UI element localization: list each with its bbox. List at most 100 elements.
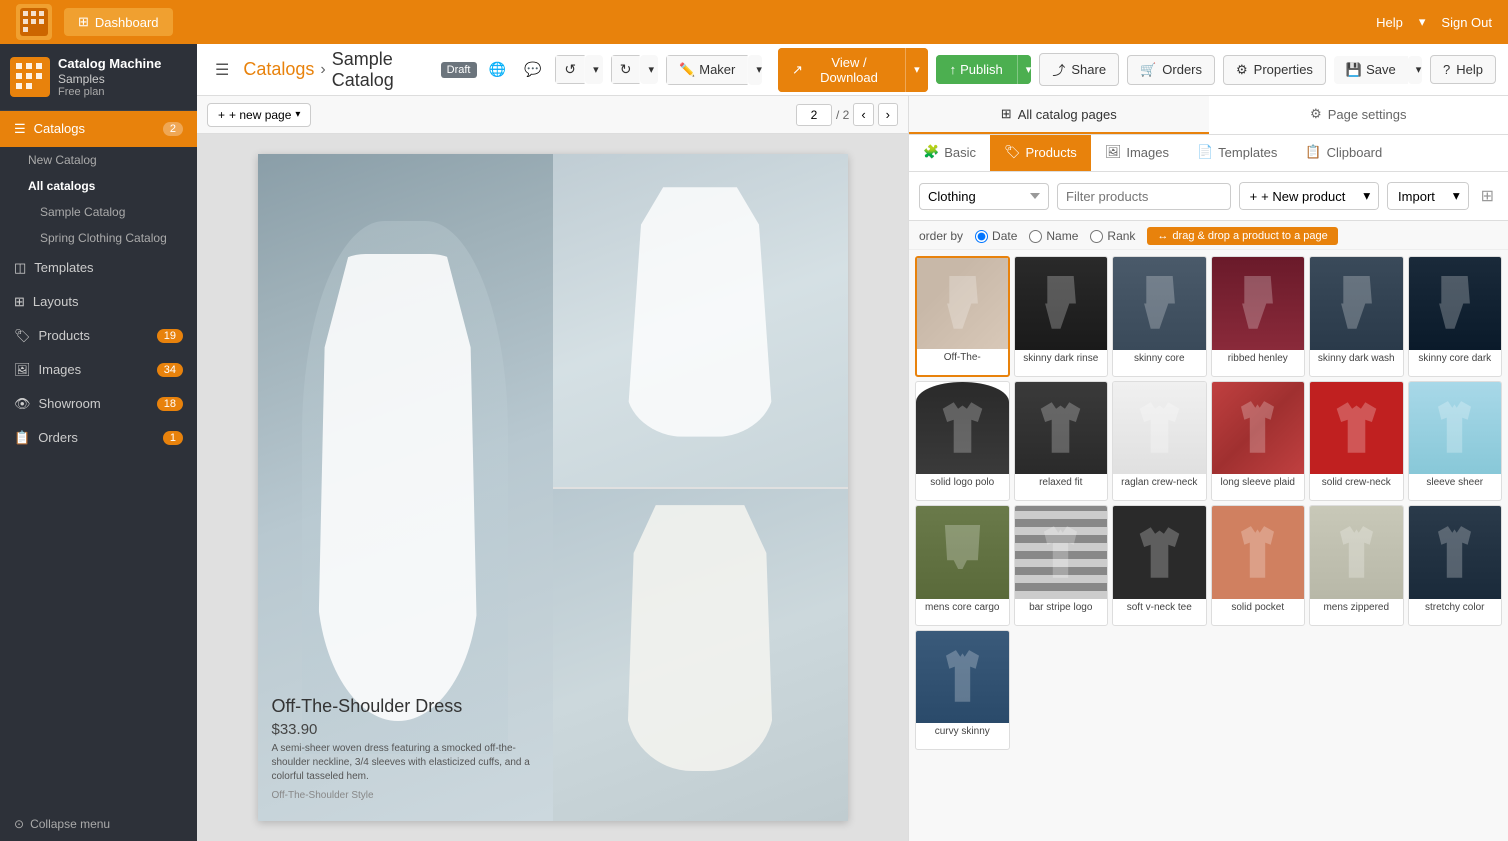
product-name: Off-The-Shoulder Dress xyxy=(272,696,539,717)
canvas-scroll[interactable]: Off-The-Shoulder Dress $33.90 A semi-she… xyxy=(197,134,908,841)
maker-dropdown-button[interactable]: ▾ xyxy=(748,55,762,85)
prev-page-button[interactable]: ‹ xyxy=(853,103,873,126)
product-image-5 xyxy=(1310,257,1403,350)
dashboard-icon: ⊞ xyxy=(78,14,89,30)
category-select[interactable]: Clothing All Shoes Accessories xyxy=(919,183,1049,210)
order-rank-radio[interactable] xyxy=(1090,230,1103,243)
product-card-4[interactable]: ribbed henley xyxy=(1211,256,1306,377)
product-card-5[interactable]: skinny dark wash xyxy=(1309,256,1404,377)
catalogs-breadcrumb-link[interactable]: Catalogs xyxy=(243,59,314,80)
product-card-11[interactable]: solid crew-neck xyxy=(1309,381,1404,502)
tab-templates[interactable]: 📄 Templates xyxy=(1183,135,1291,171)
product-card-8[interactable]: relaxed fit xyxy=(1014,381,1109,502)
order-date-radio[interactable] xyxy=(975,230,988,243)
right-bottom-image xyxy=(553,489,848,822)
product-card-19[interactable]: curvy skinny xyxy=(915,630,1010,751)
tab-basic[interactable]: 🧩 Basic xyxy=(909,135,990,171)
save-button[interactable]: 💾Save xyxy=(1334,56,1408,84)
new-product-button[interactable]: + + New product xyxy=(1239,182,1356,210)
filter-input[interactable] xyxy=(1057,183,1231,210)
order-by-label: order by xyxy=(919,229,963,243)
redo-button[interactable]: ↻ xyxy=(611,55,641,84)
publish-button[interactable]: ↑Publish xyxy=(936,55,1018,84)
dashboard-button[interactable]: ⊞ Dashboard xyxy=(64,8,173,36)
product-image-15 xyxy=(1113,506,1206,599)
page-number-input[interactable] xyxy=(796,104,832,126)
external-link-icon: ↗ xyxy=(792,62,803,78)
product-card-13[interactable]: mens core cargo xyxy=(915,505,1010,626)
signout-link[interactable]: Sign Out xyxy=(1441,15,1492,30)
order-name-radio[interactable] xyxy=(1029,230,1042,243)
undo-dropdown-button[interactable]: ▾ xyxy=(585,55,603,84)
sidebar-item-showroom[interactable]: 👁 Showroom 18 xyxy=(0,387,197,421)
new-page-button[interactable]: + + new page ▾ xyxy=(207,103,311,127)
view-download-dropdown-button[interactable]: ▾ xyxy=(906,48,928,92)
product-card-14[interactable]: bar stripe logo xyxy=(1014,505,1109,626)
order-rank-label[interactable]: Rank xyxy=(1090,229,1135,243)
sidebar-sub-sample-catalog[interactable]: Sample Catalog xyxy=(0,199,197,225)
maker-button[interactable]: ✏️Maker xyxy=(666,55,748,85)
help-link[interactable]: Help xyxy=(1376,15,1403,30)
product-name-14: bar stripe logo xyxy=(1015,599,1108,625)
catalogs-label: Catalogs xyxy=(34,121,85,136)
tab-page-settings[interactable]: ⚙ Page settings xyxy=(1209,96,1508,134)
product-card-7[interactable]: solid logo polo xyxy=(915,381,1010,502)
product-card-2[interactable]: skinny dark rinse xyxy=(1014,256,1109,377)
hamburger-button[interactable]: ☰ xyxy=(209,56,235,84)
view-download-group: ↗View / Download ▾ xyxy=(778,48,928,92)
product-card-18[interactable]: stretchy color xyxy=(1408,505,1503,626)
undo-button[interactable]: ↺ xyxy=(555,55,585,84)
tab-products[interactable]: 🏷 Products xyxy=(990,135,1091,171)
product-card-17[interactable]: mens zippered xyxy=(1309,505,1404,626)
panel-controls: Clothing All Shoes Accessories + + New p… xyxy=(909,172,1508,221)
save-dropdown-button[interactable]: ▾ xyxy=(1408,56,1422,84)
share-button[interactable]: ⤴ Share xyxy=(1039,53,1119,86)
collapse-menu-button[interactable]: ⊙ Collapse menu xyxy=(0,807,197,841)
properties-button[interactable]: ⚙ Properties xyxy=(1223,55,1326,85)
view-download-button[interactable]: ↗View / Download xyxy=(778,48,906,92)
product-card-12[interactable]: sleeve sheer xyxy=(1408,381,1503,502)
product-card-10[interactable]: long sleeve plaid xyxy=(1211,381,1306,502)
sidebar-sub-all-catalogs[interactable]: All catalogs xyxy=(0,173,197,199)
tab-all-catalog-pages[interactable]: ⊞ All catalog pages xyxy=(909,96,1209,134)
new-product-dropdown[interactable]: ▾ xyxy=(1355,182,1379,210)
redo-dropdown-button[interactable]: ▾ xyxy=(640,55,658,84)
sidebar-item-products[interactable]: 🏷 Products 19 xyxy=(0,319,197,353)
import-button[interactable]: Import xyxy=(1387,182,1445,210)
help-toolbar-button[interactable]: ? Help xyxy=(1430,55,1496,84)
order-name-label[interactable]: Name xyxy=(1029,229,1078,243)
publish-dropdown-button[interactable]: ▾ xyxy=(1018,55,1032,84)
grid-view-button[interactable]: ⊞ xyxy=(1477,182,1498,210)
orders-toolbar-button[interactable]: 🛒 Orders xyxy=(1127,55,1215,85)
sidebar-item-orders[interactable]: 📋 Orders 1 xyxy=(0,421,197,455)
content-area: ☰ Catalogs › Sample Catalog Draft 🌐 💬 ↺ … xyxy=(197,44,1508,841)
brand-plan: Free plan xyxy=(58,86,161,98)
sidebar-sub-spring-catalog[interactable]: Spring Clothing Catalog xyxy=(0,225,197,251)
import-dropdown[interactable]: ▾ xyxy=(1445,182,1469,210)
product-card-16[interactable]: solid pocket xyxy=(1211,505,1306,626)
drag-hint: ↔ drag & drop a product to a page xyxy=(1147,227,1337,245)
catalogs-icon: ☰ xyxy=(14,121,26,137)
sidebar-item-catalogs[interactable]: ☰ Catalogs 2 xyxy=(0,111,197,147)
orders-badge: 1 xyxy=(163,431,183,445)
sidebar-item-layouts[interactable]: ⊞ Layouts xyxy=(0,285,197,319)
sidebar-item-images[interactable]: 🖼 Images 34 xyxy=(0,353,197,387)
next-page-button[interactable]: › xyxy=(878,103,898,126)
product-card-1[interactable]: Off-The- xyxy=(915,256,1010,377)
product-card-15[interactable]: soft v-neck tee xyxy=(1112,505,1207,626)
order-date-label[interactable]: Date xyxy=(975,229,1017,243)
product-card-9[interactable]: raglan crew-neck xyxy=(1112,381,1207,502)
sidebar-sub-new-catalog[interactable]: New Catalog xyxy=(0,147,197,173)
comment-icon-button[interactable]: 💬 xyxy=(518,57,547,82)
template-icon: 📄 xyxy=(1197,144,1213,160)
sidebar-item-templates[interactable]: ◫ Templates xyxy=(0,251,197,285)
tab-clipboard[interactable]: 📋 Clipboard xyxy=(1291,135,1396,171)
globe-icon-button[interactable]: 🌐 xyxy=(483,57,512,82)
product-name-3: skinny core xyxy=(1113,350,1206,376)
product-card-6[interactable]: skinny core dark xyxy=(1408,256,1503,377)
tab-images[interactable]: 🖼 Images xyxy=(1091,135,1183,171)
showroom-badge: 18 xyxy=(157,397,183,411)
catalog-name-title: Sample Catalog xyxy=(332,49,435,91)
product-card-3[interactable]: skinny core xyxy=(1112,256,1207,377)
panel-top-tabs: ⊞ All catalog pages ⚙ Page settings xyxy=(909,96,1508,135)
